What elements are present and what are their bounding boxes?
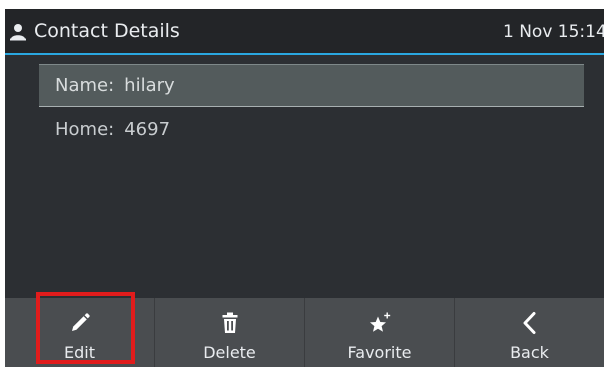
edit-label: Edit (64, 343, 95, 362)
detail-value: 4697 (124, 119, 171, 140)
chevron-left-icon (523, 312, 535, 334)
star-plus-icon (369, 312, 390, 332)
edit-button[interactable]: Edit (5, 298, 155, 367)
back-button[interactable]: Back (455, 298, 604, 367)
favorite-label: Favorite (347, 343, 412, 362)
detail-row-home[interactable]: Home: 4697 (39, 108, 584, 151)
page-title: Contact Details (34, 20, 180, 42)
person-icon (10, 24, 26, 41)
detail-row-name[interactable]: Name: hilary (39, 64, 584, 107)
phone-screen: Contact Details 1 Nov 15:14 Name: hilary… (5, 9, 604, 367)
detail-value: hilary (124, 75, 175, 96)
delete-label: Delete (203, 343, 256, 362)
detail-label: Home: (55, 119, 115, 140)
delete-button[interactable]: Delete (155, 298, 305, 367)
detail-label: Name: (55, 75, 115, 96)
contact-details-list: Name: hilary Home: 4697 (39, 64, 584, 151)
back-label: Back (510, 343, 549, 362)
header-bar: Contact Details 1 Nov 15:14 (5, 9, 604, 55)
date-time: 1 Nov 15:14 (503, 22, 604, 42)
favorite-button[interactable]: Favorite (305, 298, 455, 367)
trash-icon (222, 312, 237, 333)
pencil-icon (71, 313, 90, 331)
softkey-bar: Edit Delete Favorite Back (5, 298, 604, 367)
